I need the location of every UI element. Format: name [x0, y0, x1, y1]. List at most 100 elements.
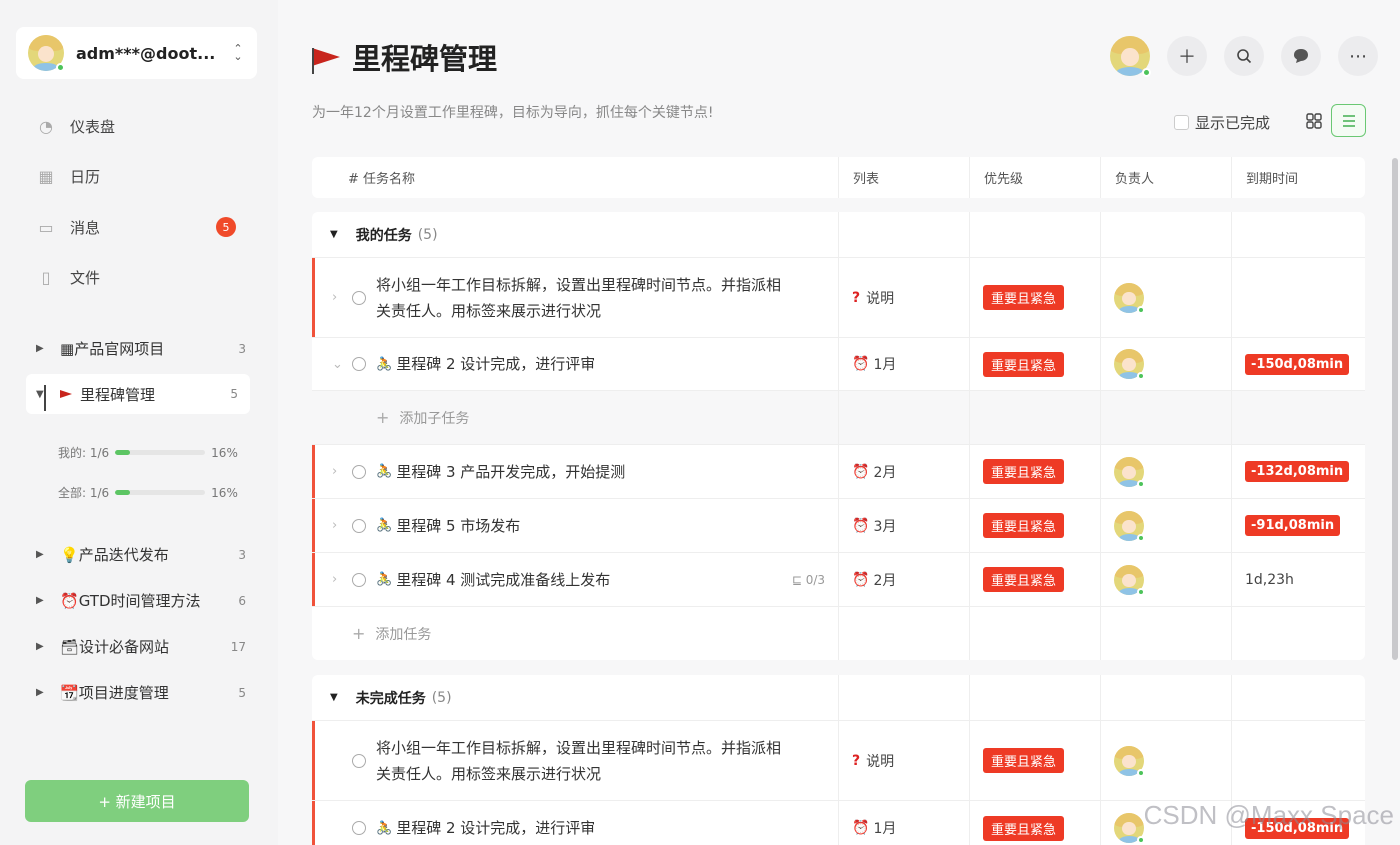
column-header-list[interactable]: 列表 — [838, 157, 969, 198]
show-completed-label: 显示已完成 — [1195, 114, 1271, 132]
caret-right-icon[interactable]: ▶ — [36, 549, 50, 560]
account-switcher[interactable]: adm***@doot... ⌃ ⌄ — [16, 27, 257, 79]
project-item-progress[interactable]: ▶ 📆项目进度管理 5 — [36, 682, 246, 703]
task-name[interactable]: 里程碑 2 设计完成，进行评审 — [396, 351, 595, 377]
progress-all: 全部: 1/6 16% — [58, 484, 248, 501]
chevron-right-icon[interactable]: › — [332, 290, 344, 305]
project-item-gtd[interactable]: ▶ ⏰GTD时间管理方法 6 — [36, 590, 246, 611]
nav-messages[interactable]: ▭ 消息 — [36, 217, 100, 238]
show-completed-toggle[interactable]: 显示已完成 — [1174, 112, 1270, 133]
table-row[interactable]: › 🚴 里程碑 5 市场发布 ⏰ 3月 重要且紧急 -91d,08min — [312, 499, 1365, 553]
task-name[interactable]: 将小组一年工作目标拆解，设置出里程碑时间节点。并指派相 关责任人。用标签来展示进行… — [376, 735, 781, 787]
due-overdue[interactable]: -132d,08min — [1245, 461, 1350, 482]
task-name-line: 关责任人。用标签来展示进行状况 — [376, 764, 602, 783]
due-time[interactable]: 1d,23h — [1245, 572, 1294, 588]
priority-tag[interactable]: 重要且紧急 — [983, 513, 1065, 538]
assignee-avatar[interactable] — [1114, 564, 1145, 596]
caret-right-icon[interactable]: ▶ — [36, 687, 50, 698]
more-icon[interactable]: ⋯ — [1338, 36, 1378, 76]
cyclist-icon: 🚴 — [376, 356, 393, 372]
calendar-page-icon: 📆 — [60, 684, 79, 702]
add-icon[interactable]: ＋ — [1167, 36, 1207, 76]
caret-right-icon[interactable]: ▶ — [36, 641, 50, 652]
table-row[interactable]: › 将小组一年工作目标拆解，设置出里程碑时间节点。并指派相 关责任人。用标签来展示… — [312, 258, 1365, 338]
search-icon[interactable] — [1224, 36, 1264, 76]
priority-tag[interactable]: 重要且紧急 — [983, 815, 1065, 841]
nav-calendar[interactable]: ▦ 日历 — [36, 166, 100, 187]
question-icon: ? — [852, 752, 861, 769]
caret-down-icon[interactable]: ▼ — [36, 389, 50, 400]
project-item-iteration[interactable]: ▶ 💡产品迭代发布 3 — [36, 544, 246, 565]
complete-checkbox[interactable] — [352, 357, 366, 371]
cyclist-icon: 🚴 — [376, 464, 393, 479]
member-avatar[interactable] — [1110, 36, 1151, 77]
task-name[interactable]: 里程碑 5 市场发布 — [396, 513, 520, 539]
alarm-clock-icon: ⏰ — [852, 571, 870, 588]
column-header-due[interactable]: 到期时间 — [1231, 157, 1362, 198]
page-subtitle: 为一年12个月设置工作里程碑，目标为导向，抓住每个关键节点! — [312, 105, 714, 121]
chevron-down-icon[interactable]: ⌄ — [332, 357, 344, 372]
caret-down-icon[interactable]: ▼ — [330, 692, 338, 703]
assignee-avatar[interactable] — [1114, 745, 1145, 777]
assignee-avatar[interactable] — [1114, 510, 1145, 542]
chevron-right-icon[interactable]: › — [332, 464, 344, 479]
add-subtask-row[interactable]: + 添加子任务 — [312, 391, 1365, 445]
task-name[interactable]: 里程碑 2 设计完成，进行评审 — [396, 815, 595, 841]
main-content: 里程碑管理 为一年12个月设置工作里程碑，目标为导向，抓住每个关键节点! ＋ ⋯… — [278, 0, 1400, 845]
nav-dashboard[interactable]: ◔ 仪表盘 — [36, 116, 115, 137]
assignee-avatar[interactable] — [1114, 813, 1145, 844]
due-overdue[interactable]: -150d,08min — [1245, 353, 1350, 375]
complete-checkbox[interactable] — [352, 290, 366, 305]
assignee-avatar[interactable] — [1114, 282, 1145, 314]
add-task-row[interactable]: + 添加任务 — [312, 607, 1365, 660]
task-name[interactable]: 将小组一年工作目标拆解，设置出里程碑时间节点。并指派相 关责任人。用标签来展示进行… — [376, 272, 781, 324]
project-item-milestones[interactable]: ▼ 里程碑管理 5 — [26, 374, 250, 414]
nav-files[interactable]: ▯ 文件 — [36, 267, 100, 288]
task-name[interactable]: 里程碑 3 产品开发完成，开始提测 — [396, 459, 625, 485]
chevron-right-icon[interactable]: › — [332, 572, 344, 587]
column-header-assignee[interactable]: 负责人 — [1100, 157, 1231, 198]
chevron-right-icon[interactable]: › — [332, 518, 344, 533]
task-list: 3月 — [873, 518, 897, 535]
priority-tag[interactable]: 重要且紧急 — [983, 459, 1065, 484]
group-title: 未完成任务 — [355, 690, 426, 707]
grid-view-icon[interactable] — [1296, 104, 1331, 137]
priority-tag[interactable]: 重要且紧急 — [983, 285, 1065, 310]
new-project-button[interactable]: + 新建项目 — [25, 780, 249, 822]
due-overdue[interactable]: -91d,08min — [1245, 515, 1341, 536]
table-row[interactable]: › 🚴 里程碑 4 测试完成准备线上发布 ⊑ 0/3 ⏰ 2月 重要且紧急 1d,… — [312, 553, 1365, 607]
priority-tag[interactable]: 重要且紧急 — [983, 351, 1065, 377]
table-row[interactable]: 将小组一年工作目标拆解，设置出里程碑时间节点。并指派相 关责任人。用标签来展示进行… — [312, 721, 1365, 801]
assignee-avatar[interactable] — [1114, 349, 1145, 380]
table-row[interactable]: › 🚴 里程碑 3 产品开发完成，开始提测 ⏰ 2月 重要且紧急 -132d,08… — [312, 445, 1365, 499]
complete-checkbox[interactable] — [352, 753, 366, 768]
complete-checkbox[interactable] — [352, 821, 366, 835]
complete-checkbox[interactable] — [352, 464, 366, 479]
scrollbar[interactable] — [1392, 158, 1398, 660]
project-item-design-sites[interactable]: ▶ 🗃设计必备网站 17 — [36, 636, 246, 657]
caret-down-icon[interactable]: ▼ — [330, 229, 338, 240]
chevron-updown-icon[interactable]: ⌃ ⌄ — [231, 43, 245, 62]
chat-icon[interactable] — [1281, 36, 1321, 76]
assignee-avatar[interactable] — [1114, 456, 1145, 488]
priority-tag[interactable]: 重要且紧急 — [983, 748, 1065, 773]
table-row[interactable]: ⌄ 🚴 里程碑 2 设计完成，进行评审 ⏰ 1月 重要且紧急 -150d,08mi… — [312, 338, 1365, 391]
task-list: 1月 — [873, 357, 897, 373]
task-list: 说明 — [866, 753, 895, 770]
alarm-clock-icon: ⏰ — [852, 517, 870, 534]
complete-checkbox[interactable] — [352, 518, 366, 533]
group-header[interactable]: ▼ 我的任务 (5) — [312, 212, 1365, 258]
alarm-clock-icon: ⏰ — [60, 592, 79, 610]
column-header-priority[interactable]: 优先级 — [969, 157, 1100, 198]
show-completed-checkbox[interactable] — [1174, 115, 1189, 130]
complete-checkbox[interactable] — [352, 572, 366, 587]
group-header[interactable]: ▼ 未完成任务 (5) — [312, 675, 1365, 721]
caret-right-icon[interactable]: ▶ — [36, 595, 50, 606]
project-count: 5 — [230, 387, 238, 401]
column-header-name[interactable]: # 任务名称 — [312, 157, 838, 198]
priority-tag[interactable]: 重要且紧急 — [983, 567, 1065, 592]
project-item-website[interactable]: ▶ ▦产品官网项目 3 — [36, 338, 246, 359]
task-name[interactable]: 里程碑 4 测试完成准备线上发布 — [396, 567, 610, 593]
caret-right-icon[interactable]: ▶ — [36, 343, 50, 354]
list-view-icon[interactable] — [1331, 104, 1366, 137]
